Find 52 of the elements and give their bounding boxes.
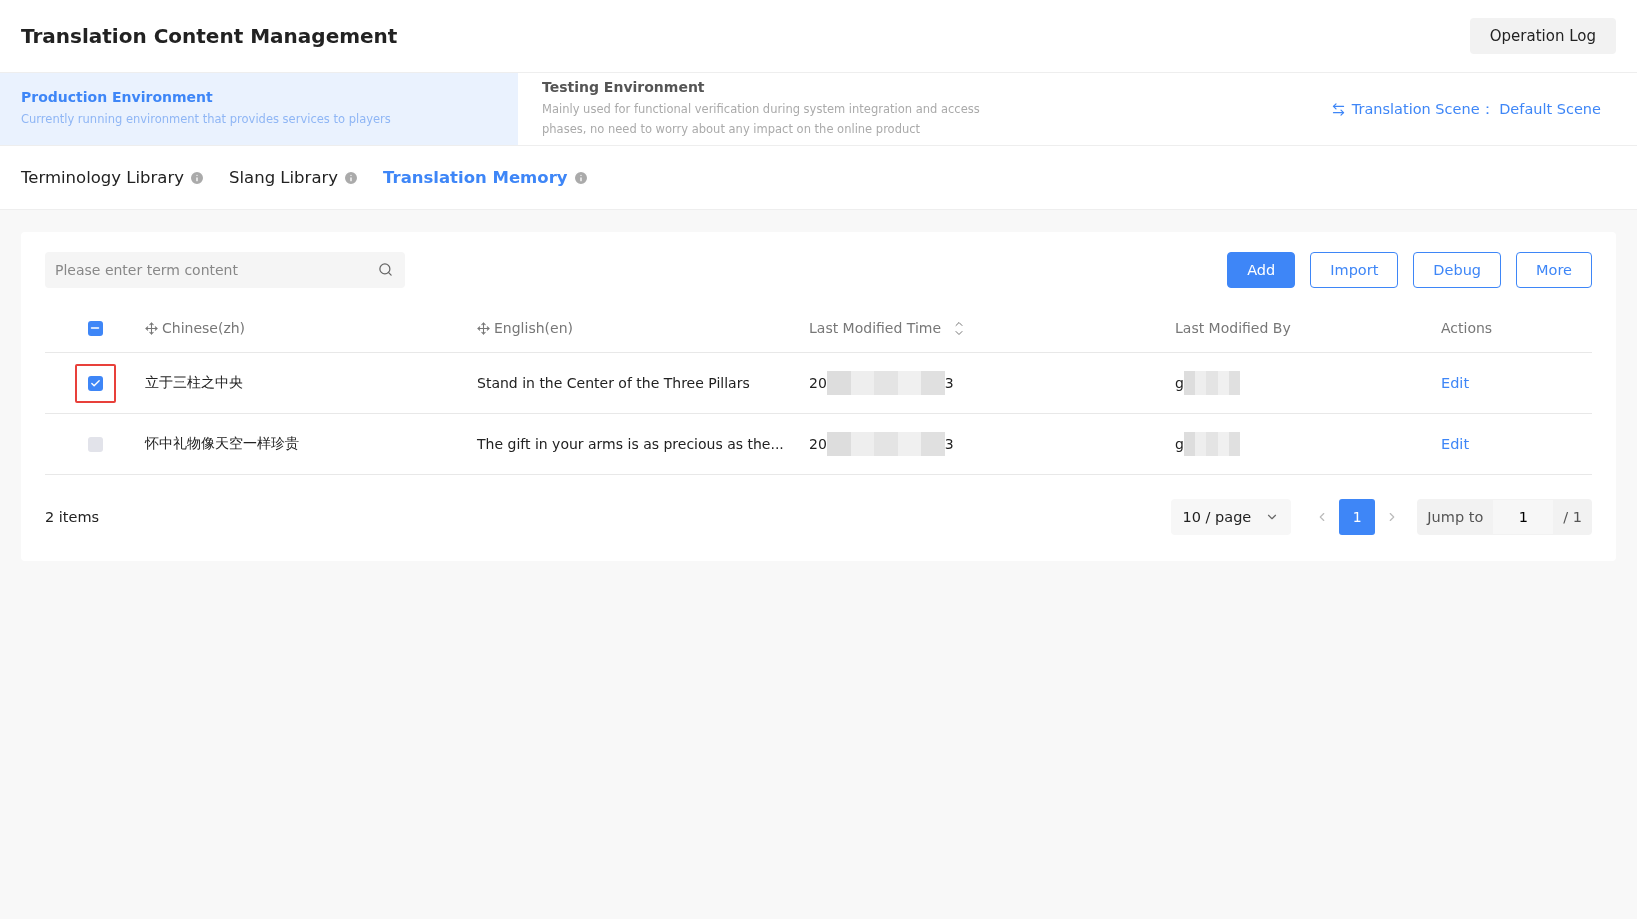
environment-description: Mainly used for functional verification during system integration and access phases, no need to worry about any impact on the online product <box>542 101 981 138</box>
table-cell: 20 <box>809 436 827 452</box>
redacted-block <box>1183 432 1240 456</box>
column-header: Actions <box>1441 320 1493 336</box>
environment-tab[interactable]: Production Environment Currently running environment that provides services to players <box>0 73 518 145</box>
drag-icon[interactable] <box>145 321 158 335</box>
page-count: / 1 <box>1563 509 1582 525</box>
table-cell: 3 <box>944 375 954 391</box>
table-cell: 3 <box>944 436 954 452</box>
table-cell-text: Stand in the Center of the Three Pillars <box>477 375 751 391</box>
redacted-block <box>1183 371 1240 395</box>
action-button[interactable]: Import <box>1310 252 1399 288</box>
library-tab[interactable]: Translation Memory <box>383 168 589 187</box>
table-cell: g <box>1175 375 1184 391</box>
translation-scene-link[interactable]: Translation Scene： Default Scene <box>1330 99 1601 119</box>
column-header: English(en) <box>494 320 573 336</box>
page-button[interactable]: 1 <box>1339 499 1376 535</box>
table-cell-text: 怀中礼物像天空一样珍贵 <box>145 435 300 453</box>
row-checkbox[interactable] <box>87 375 103 391</box>
row-checkbox[interactable] <box>87 436 103 452</box>
swap-icon <box>1330 101 1346 117</box>
table-cell-text: 立于三柱之中央 <box>145 374 244 392</box>
jump-field[interactable]: 1 <box>1493 500 1554 534</box>
column-header: Last Modified By <box>1175 320 1291 336</box>
action-button[interactable]: Add <box>1227 252 1296 288</box>
action-button[interactable]: Debug <box>1413 252 1502 288</box>
column-header: Chinese(zh) <box>162 320 246 336</box>
drag-icon[interactable] <box>477 321 490 335</box>
edit-link[interactable]: Edit <box>1441 375 1470 391</box>
page-size-select[interactable]: 10 / page <box>1170 499 1292 535</box>
column-header: Last Modified Time <box>809 320 942 336</box>
table-cell: g <box>1175 436 1184 452</box>
environment-title: Testing Environment <box>542 79 706 95</box>
page-title: Translation Content Management <box>21 24 398 48</box>
action-button[interactable]: More <box>1516 252 1592 288</box>
select-all-checkbox[interactable] <box>87 320 103 336</box>
table-cell: 20 <box>809 375 827 391</box>
jump-label: Jump to <box>1427 509 1484 525</box>
library-tab[interactable]: Slang Library <box>229 168 360 187</box>
info-icon <box>572 169 589 186</box>
info-icon <box>343 169 360 186</box>
search-icon[interactable] <box>378 262 393 277</box>
library-tab[interactable]: Terminology Library <box>21 168 205 187</box>
edit-link[interactable]: Edit <box>1441 436 1470 452</box>
total-count: 2 items <box>45 509 100 525</box>
info-icon <box>189 169 205 186</box>
table-cell-text: The gift in your arms is as precious as the... <box>477 436 785 452</box>
environment-title: Production Environment <box>21 89 214 105</box>
environment-description: Currently running environment that provides services to players <box>21 111 392 128</box>
check-icon <box>89 377 101 389</box>
search-field[interactable]: Please enter term content <box>45 252 405 288</box>
operation-log-button[interactable]: Operation Log <box>1469 18 1616 54</box>
